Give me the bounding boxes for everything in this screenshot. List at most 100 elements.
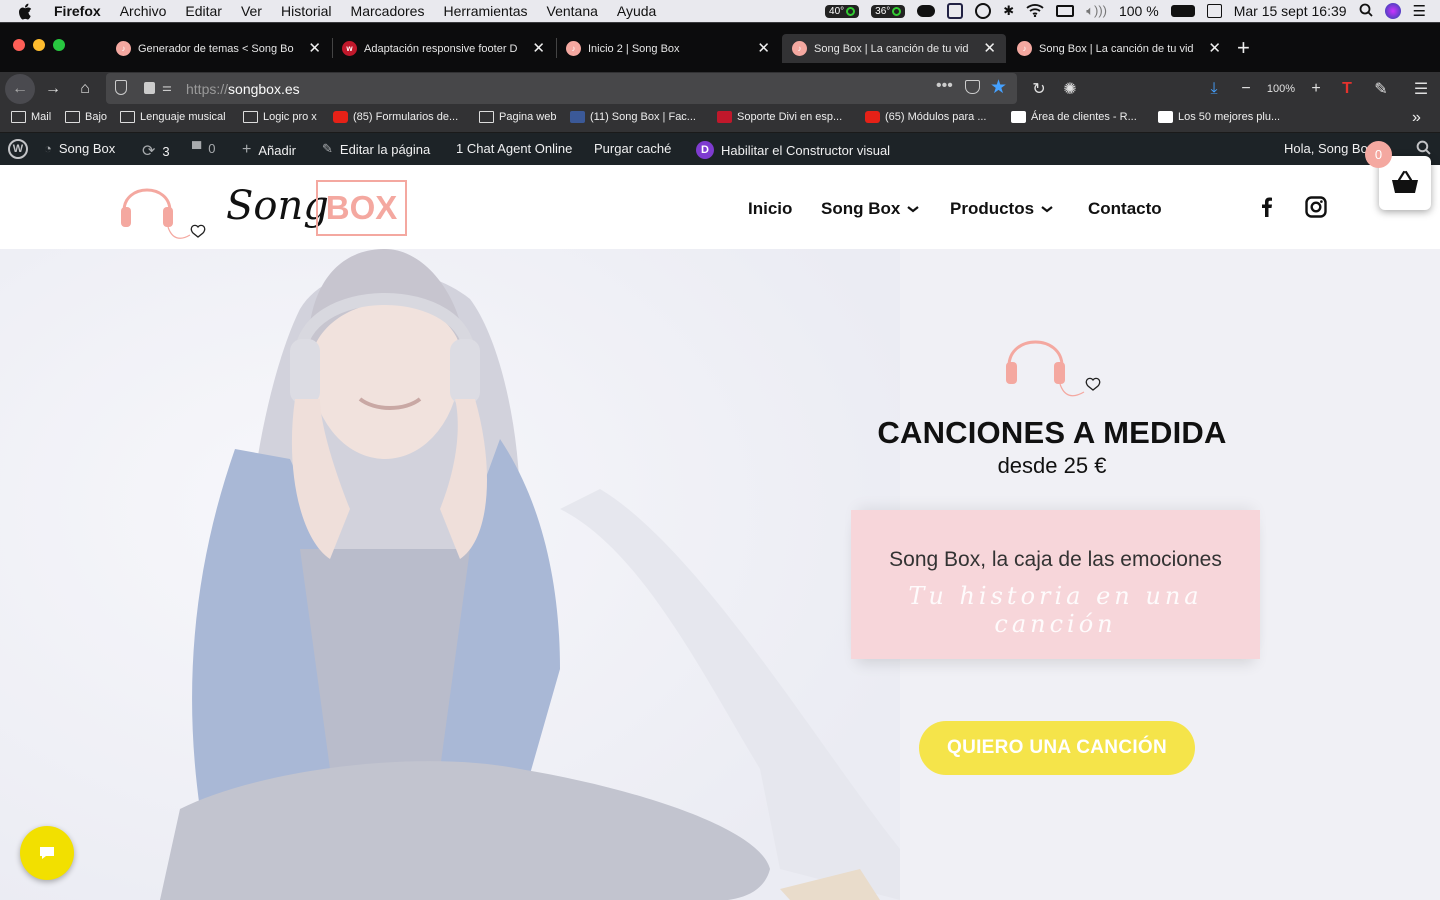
bookmark-lenguaje-musical[interactable]: Lenguaje musical	[120, 111, 226, 123]
menu-ayuda[interactable]: Ayuda	[617, 3, 656, 19]
bookmark-50-mejores[interactable]: Los 50 mejores plu...	[1158, 111, 1280, 123]
volume-icon[interactable]: 🔈︎)))	[1086, 3, 1107, 19]
url-bar[interactable]: ⚌ https://songbox.es ••• ★	[106, 73, 1017, 104]
bookmark-pagina-web[interactable]: Pagina web	[479, 111, 557, 123]
pocket-icon[interactable]	[965, 80, 980, 94]
tab-inicio-2[interactable]: ♪ Inicio 2 | Song Box ✕	[556, 34, 780, 63]
close-tab-icon[interactable]: ✕	[1208, 39, 1221, 57]
reload-icon[interactable]: ↻	[1028, 76, 1050, 102]
extension-color-icon[interactable]: ✎	[1370, 76, 1392, 102]
url-text[interactable]: https://songbox.es	[186, 81, 300, 97]
wp-purge-cache[interactable]: Purgar caché	[594, 141, 671, 156]
zoom-level[interactable]: 100%	[1262, 76, 1300, 102]
wp-comments[interactable]: ▀ 0	[192, 141, 215, 156]
menu-marcadores[interactable]: Marcadores	[351, 3, 425, 19]
bookmark-bajo[interactable]: Bajo	[65, 111, 107, 123]
gpu-temp-indicator[interactable]: 36°	[871, 4, 906, 18]
close-tab-icon[interactable]: ✕	[983, 39, 996, 57]
nav-productos[interactable]: Productos	[950, 199, 1054, 219]
bookmark-facebook-songbox[interactable]: (11) Song Box | Fac...	[570, 111, 696, 123]
bookmark-logic-pro[interactable]: Logic pro x	[243, 111, 317, 123]
tab-songbox-2[interactable]: ♪ Song Box | La canción de tu vid ✕	[1007, 34, 1231, 63]
chat-widget-button[interactable]	[20, 826, 74, 880]
menu-ver[interactable]: Ver	[241, 3, 262, 19]
permissions-icon[interactable]: ⚌	[162, 81, 172, 94]
downloads-icon[interactable]: ⤓	[1203, 76, 1225, 102]
close-tab-icon[interactable]: ✕	[308, 39, 321, 57]
bookmark-mail[interactable]: Mail	[11, 111, 51, 123]
calendar-icon[interactable]	[1206, 4, 1222, 18]
quiero-cancion-button[interactable]: QUIERO UNA CANCIÓN	[919, 721, 1195, 775]
bluetooth-icon[interactable]: ✱	[1003, 3, 1014, 19]
bookmark-label: Lenguaje musical	[140, 111, 226, 123]
back-button[interactable]: ←	[5, 74, 35, 104]
wp-site-name[interactable]: ◔ Song Box	[44, 141, 115, 156]
close-tab-icon[interactable]: ✕	[757, 39, 770, 57]
cpu-temp-indicator[interactable]: 40°	[825, 4, 860, 18]
bookmark-label: Los 50 mejores plu...	[1178, 111, 1281, 123]
menu-archivo[interactable]: Archivo	[120, 3, 167, 19]
wp-chat-agent[interactable]: 1 Chat Agent Online	[456, 141, 572, 156]
facebook-icon[interactable]	[1255, 195, 1279, 219]
menu-historial[interactable]: Historial	[281, 3, 332, 19]
tab-songbox-active[interactable]: ♪ Song Box | La canción de tu vid ✕	[782, 34, 1006, 63]
forward-button[interactable]: →	[42, 76, 64, 102]
wp-visual-builder[interactable]: D Habilitar el Constructor visual	[696, 141, 890, 159]
plus-icon: +	[242, 141, 252, 158]
battery-text[interactable]: 100 %	[1119, 3, 1159, 19]
menu-ventana[interactable]: Ventana	[547, 3, 598, 19]
nav-inicio[interactable]: Inicio	[748, 199, 792, 219]
siri-icon[interactable]	[1384, 3, 1401, 19]
clock-text[interactable]: Mar 15 sept 16:39	[1234, 3, 1347, 19]
menu-editar[interactable]: Editar	[185, 3, 222, 19]
notification-center-icon[interactable]: ☰	[1413, 2, 1426, 20]
tab-generador-temas[interactable]: ♪ Generador de temas < Song Bo ✕	[106, 34, 331, 63]
lock-icon[interactable]	[144, 82, 155, 94]
hamburger-menu-icon[interactable]: ☰	[1410, 76, 1432, 102]
home-icon[interactable]: ⌂	[74, 76, 96, 102]
settings-app-icon[interactable]	[947, 3, 964, 19]
time-machine-icon[interactable]	[975, 3, 992, 19]
nav-contacto[interactable]: Contacto	[1088, 199, 1162, 219]
new-tab-button[interactable]: +	[1237, 35, 1250, 61]
spotlight-icon[interactable]	[1359, 3, 1373, 20]
wordpress-logo-icon[interactable]: W	[8, 139, 28, 159]
maximize-window-button[interactable]	[53, 39, 65, 51]
page-actions-icon[interactable]: •••	[936, 77, 953, 95]
bookmark-formularios[interactable]: (85) Formularios de...	[333, 111, 458, 123]
apple-icon[interactable]	[18, 3, 38, 20]
airplay-icon[interactable]	[1056, 5, 1075, 17]
extension-t-icon[interactable]: T	[1336, 76, 1358, 102]
wp-add-new[interactable]: + Añadir	[242, 141, 296, 159]
bookmark-soporte-divi[interactable]: Soporte Divi en esp...	[717, 111, 842, 123]
minimize-window-button[interactable]	[33, 39, 45, 51]
wp-search-icon[interactable]	[1416, 140, 1431, 155]
shield-icon[interactable]	[115, 80, 127, 95]
bookmark-label: Mail	[31, 111, 52, 123]
bookmarks-overflow-icon[interactable]: »	[1412, 109, 1421, 127]
zoom-in-button[interactable]: +	[1305, 76, 1327, 102]
bookmark-modulos[interactable]: (65) Módulos para ...	[865, 111, 987, 123]
tab-adaptacion-footer[interactable]: w Adaptación responsive footer D ✕	[332, 34, 555, 63]
wp-updates[interactable]: ⟳ 3	[142, 141, 170, 161]
close-window-button[interactable]	[13, 39, 25, 51]
bookmark-star-icon[interactable]: ★	[990, 76, 1007, 99]
bookmark-area-clientes[interactable]: Área de clientes - R...	[1011, 111, 1137, 123]
wp-comments-count: 0	[208, 141, 216, 156]
wp-edit-page[interactable]: ✎ Editar la página	[322, 141, 430, 157]
cloud-icon[interactable]	[917, 5, 936, 17]
comment-icon: ▀	[192, 141, 202, 156]
wifi-icon[interactable]	[1026, 3, 1044, 20]
tab-title: Song Box | La canción de tu vid	[814, 42, 969, 55]
songbox-logo[interactable]: Song BOX	[118, 173, 410, 245]
close-tab-icon[interactable]: ✕	[532, 39, 545, 57]
nav-song-box[interactable]: Song Box	[821, 199, 920, 219]
zoom-out-button[interactable]: −	[1235, 76, 1257, 102]
tab-bar: ♪ Generador de temas < Song Bo ✕ w Adapt…	[0, 22, 1440, 72]
menu-herramientas[interactable]: Herramientas	[443, 3, 527, 19]
wp-account[interactable]: Hola, Song Box	[1284, 141, 1374, 156]
menu-app-name[interactable]: Firefox	[54, 3, 101, 19]
gear-icon[interactable]: ✺	[1059, 76, 1081, 102]
instagram-icon[interactable]	[1304, 195, 1328, 219]
gpu-temp-text: 36°	[875, 5, 891, 17]
